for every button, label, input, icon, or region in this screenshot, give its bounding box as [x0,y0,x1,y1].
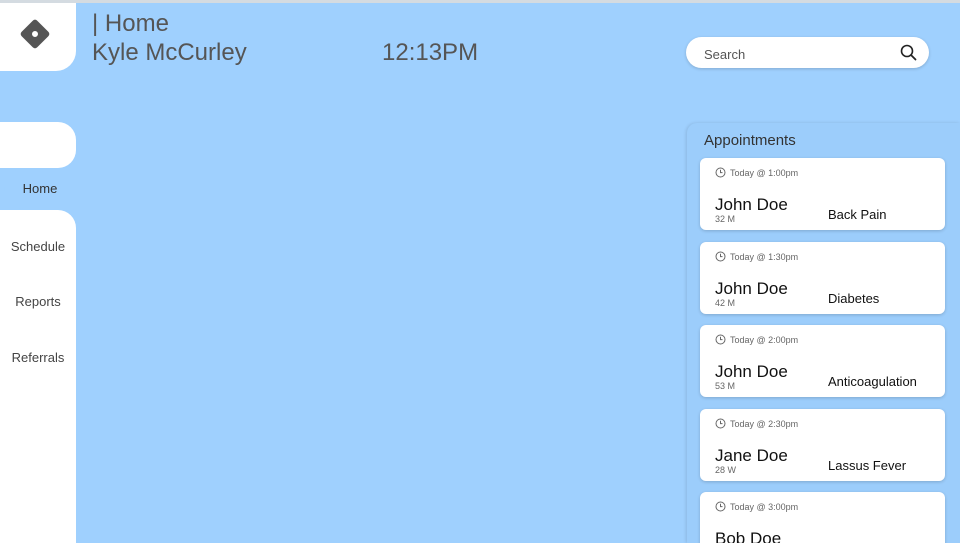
clock-icon [715,167,726,178]
appointment-reason: Diabetes [828,291,880,306]
appointment-reason: Anticoagulation [828,374,917,389]
appointment-card[interactable]: Today @ 2:00pm John Doe 53 M Anticoagula… [700,325,945,397]
patient-name: John Doe [715,195,788,214]
appointment-time: Today @ 3:00pm [730,502,799,512]
appointments-title: Appointments [704,132,796,149]
appointments-panel: Appointments Today @ 1:00pm John Doe 32 … [687,123,960,543]
appointment-reason: Back Pain [828,207,887,222]
sidebar-top-card [0,122,76,168]
clock-icon [715,501,726,512]
appointment-card[interactable]: Today @ 1:00pm John Doe 32 M Back Pain [700,158,945,230]
clock-icon [715,334,726,345]
patient-meta: 42 M [715,298,736,308]
appointment-card[interactable]: Today @ 1:30pm John Doe 42 M Diabetes [700,242,945,314]
patient-name: Jane Doe [715,446,788,465]
page-title: | Home [92,10,169,37]
appointment-time: Today @ 2:30pm [730,419,799,429]
user-name: Kyle McCurley [92,39,247,66]
top-border [0,0,960,3]
patient-meta: 32 M [715,214,736,224]
search-bar[interactable] [686,37,929,68]
clock-icon [715,251,726,262]
patient-name: John Doe [715,279,788,298]
sidebar-item-schedule[interactable]: Schedule [0,239,76,254]
sidebar-panel [0,210,76,543]
patient-name: Bob Doe [715,529,782,543]
sidebar-item-reports[interactable]: Reports [0,294,76,309]
search-icon[interactable] [900,44,917,61]
appointment-card[interactable]: Today @ 2:30pm Jane Doe 28 W Lassus Feve… [700,409,945,481]
search-input[interactable] [702,44,886,64]
patient-name: John Doe [715,362,788,381]
appointment-time: Today @ 1:30pm [730,252,799,262]
logo-icon [19,18,51,50]
appointment-card[interactable]: Today @ 3:00pm Bob Doe [700,492,945,543]
sidebar-item-home[interactable]: Home [4,169,76,209]
patient-meta: 28 W [715,465,737,475]
clock-icon [715,418,726,429]
logo-tile[interactable] [0,3,76,71]
appointment-time: Today @ 1:00pm [730,168,799,178]
clock-time: 12:13PM [382,39,479,66]
patient-meta: 53 M [715,381,736,391]
sidebar-item-referrals[interactable]: Referrals [0,350,76,365]
appointment-time: Today @ 2:00pm [730,335,799,345]
appointment-reason: Lassus Fever [828,458,907,473]
sidebar: Home Schedule Reports Referrals [0,122,76,543]
